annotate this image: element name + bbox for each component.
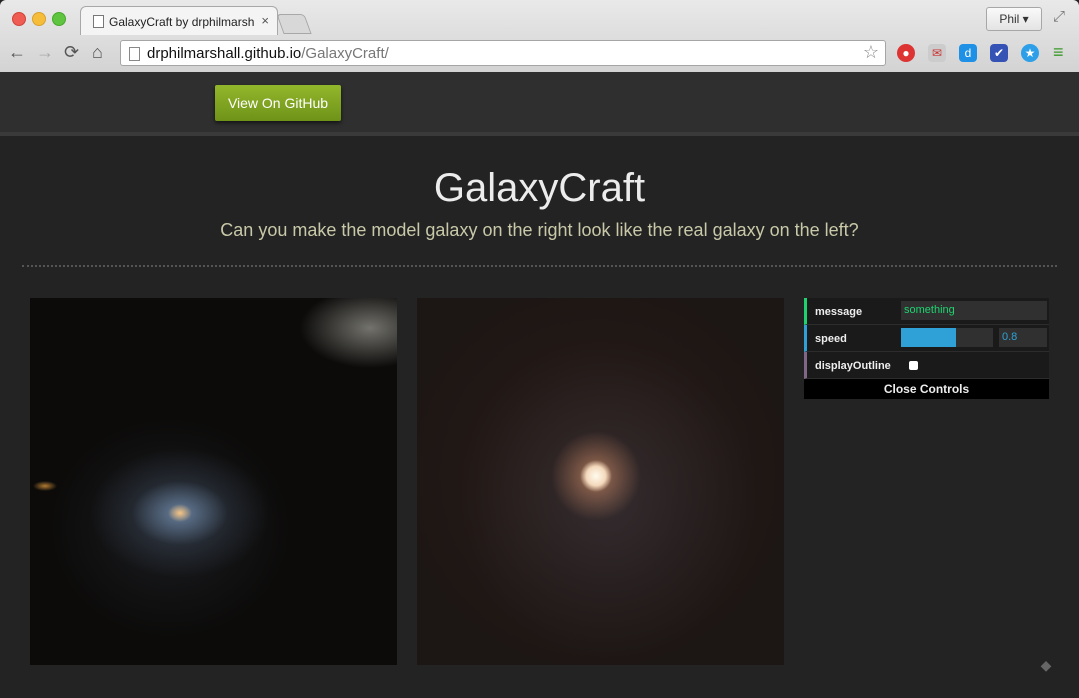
speed-label: speed (815, 333, 847, 345)
view-on-github-button[interactable]: View On GitHub (215, 85, 341, 121)
star-extension-icon[interactable]: ★ (1021, 44, 1039, 62)
message-label: message (815, 306, 863, 318)
scroll-corner-icon[interactable]: ◆ (1036, 657, 1056, 677)
d-extension-icon[interactable]: d (959, 44, 977, 62)
reload-icon[interactable]: ⟳ (64, 42, 79, 62)
close-controls-button[interactable]: Close Controls (804, 379, 1049, 399)
fullscreen-icon[interactable]: ⤢ (1053, 8, 1065, 25)
model-galaxy-canvas[interactable] (417, 298, 784, 665)
display-outline-checkbox[interactable] (909, 361, 918, 370)
page-title: GalaxyCraft (433, 166, 646, 210)
browser-chrome: GalaxyCraft by drphilmarsh × Phil ▾ ⤢ ← … (0, 0, 1079, 73)
page-header (0, 72, 1079, 136)
check-extension-icon[interactable]: ✔ (990, 44, 1008, 62)
url-text: drphilmarshall.github.io/GalaxyCraft/ (147, 45, 389, 62)
speed-control: speed 0.8 (804, 325, 1049, 352)
chrome-menu-icon[interactable]: ≡ (1053, 42, 1064, 62)
display-outline-control: displayOutline (804, 352, 1049, 379)
close-tab-icon[interactable]: × (261, 13, 269, 28)
url-host: drphilmarshall.github.io (147, 45, 302, 62)
divider (22, 265, 1057, 267)
page-subtitle: Can you make the model galaxy on the rig… (220, 220, 859, 240)
profile-button[interactable]: Phil ▾ (986, 7, 1042, 31)
display-outline-label: displayOutline (815, 360, 891, 372)
message-input[interactable]: something (901, 301, 1047, 320)
address-bar[interactable]: drphilmarshall.github.io/GalaxyCraft/ ☆ (120, 40, 886, 66)
stop-extension-icon[interactable]: ● (897, 44, 915, 62)
minimize-window-button[interactable] (32, 12, 46, 26)
mail-extension-icon[interactable]: ✉ (928, 44, 946, 62)
page-icon (93, 15, 104, 28)
close-window-button[interactable] (12, 12, 26, 26)
zoom-window-button[interactable] (52, 12, 66, 26)
speed-slider[interactable] (901, 328, 993, 347)
url-path: /GalaxyCraft/ (301, 45, 389, 62)
home-icon[interactable]: ⌂ (92, 42, 103, 62)
speed-slider-fill (901, 328, 957, 347)
speed-value-input[interactable]: 0.8 (999, 328, 1047, 347)
page-icon (129, 47, 140, 61)
bookmark-star-icon[interactable]: ☆ (863, 42, 879, 63)
back-icon[interactable]: ← (8, 42, 26, 62)
real-galaxy-image (30, 298, 397, 665)
forward-icon[interactable]: → (36, 42, 54, 62)
new-tab-button[interactable] (276, 14, 312, 34)
browser-tab[interactable]: GalaxyCraft by drphilmarsh × (80, 6, 278, 35)
controls-panel: message something speed 0.8 displayOutli… (804, 298, 1049, 399)
message-control: message something (804, 298, 1049, 325)
tab-title: GalaxyCraft by drphilmarsh (109, 15, 255, 29)
